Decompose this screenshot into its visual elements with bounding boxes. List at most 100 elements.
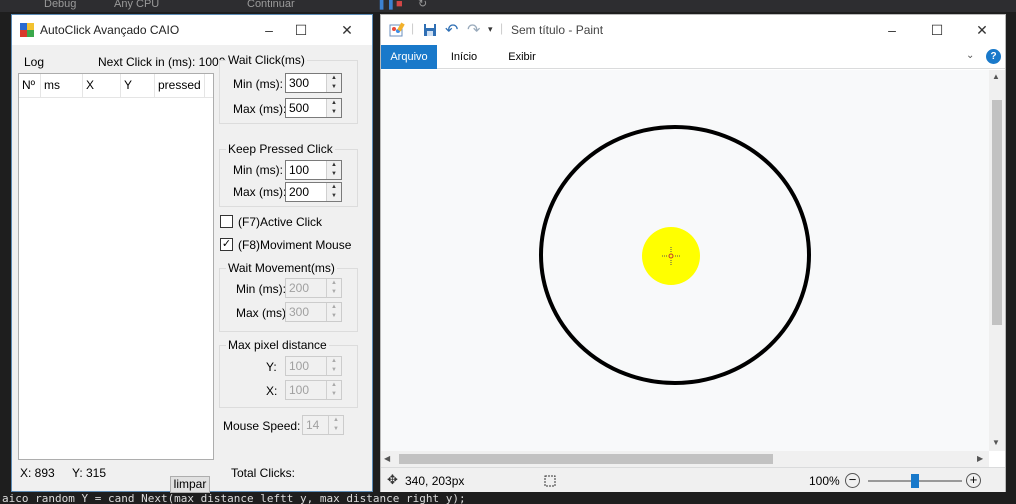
next-click-label: Next Click in (ms): 1000 bbox=[98, 55, 226, 69]
vertical-scroll-thumb[interactable] bbox=[992, 100, 1002, 325]
col-x[interactable]: X bbox=[83, 74, 121, 98]
spin-up-icon[interactable]: ▲ bbox=[327, 161, 341, 170]
spin-up-icon[interactable]: ▲ bbox=[329, 416, 343, 425]
max-pixel-x-label: X: bbox=[266, 384, 278, 398]
spin-up-icon[interactable]: ▲ bbox=[327, 279, 341, 288]
app-icon bbox=[20, 23, 34, 37]
spin-down-icon[interactable]: ▼ bbox=[327, 288, 341, 297]
ribbon-tabs: Arquivo Início Exibir ⌄ ? bbox=[381, 45, 1005, 69]
status-bar: ✥ 340, 203px 100% − + bbox=[381, 467, 1005, 492]
continue-button[interactable]: Continuar bbox=[247, 0, 295, 10]
ribbon-collapse-icon[interactable]: ⌄ bbox=[966, 50, 974, 61]
wait-movement-max-label: Max (ms): bbox=[236, 306, 290, 320]
close-icon[interactable]: ✕ bbox=[332, 15, 362, 45]
tab-exibir[interactable]: Exibir bbox=[499, 45, 545, 69]
spin-down-icon[interactable]: ▼ bbox=[327, 312, 341, 321]
stop-icon[interactable]: ■ bbox=[396, 0, 403, 10]
spin-up-icon[interactable]: ▲ bbox=[327, 183, 341, 192]
spin-up-icon[interactable]: ▲ bbox=[327, 381, 341, 390]
spin-down-icon[interactable]: ▼ bbox=[327, 192, 341, 201]
spin-down-icon[interactable]: ▼ bbox=[327, 366, 341, 375]
zoom-out-icon[interactable]: − bbox=[845, 473, 860, 488]
spin-up-icon[interactable]: ▲ bbox=[327, 74, 341, 83]
paint-maximize-icon[interactable]: ☐ bbox=[922, 15, 952, 45]
help-icon[interactable]: ? bbox=[986, 49, 1001, 64]
selection-size-icon bbox=[544, 475, 556, 487]
pause-icon[interactable]: ❚❚ bbox=[377, 0, 395, 10]
redo-icon[interactable]: ↷ bbox=[467, 20, 480, 40]
keep-pressed-min-label: Min (ms): bbox=[233, 163, 283, 177]
maximize-icon[interactable]: ☐ bbox=[286, 15, 316, 45]
wait-movement-min-spinner[interactable]: 200 ▲ ▼ bbox=[285, 278, 342, 298]
col-ms[interactable]: ms bbox=[41, 74, 83, 98]
col-pressed[interactable]: pressed bbox=[155, 74, 205, 98]
paint-titlebar[interactable]: | ↶ ↷ ▾ | Sem título - Paint – ☐ ✕ bbox=[381, 15, 1005, 45]
wait-movement-max-spinner[interactable]: 300 ▲ ▼ bbox=[285, 302, 342, 322]
wait-click-title: Wait Click(ms) bbox=[226, 53, 307, 67]
keep-pressed-title: Keep Pressed Click bbox=[226, 142, 335, 156]
ide-toolbar: Debug Any CPU Continuar ❚❚ ■ ↻ bbox=[0, 0, 1016, 12]
spin-up-icon[interactable]: ▲ bbox=[327, 99, 341, 108]
vertical-scrollbar[interactable]: ▲ ▼ bbox=[989, 70, 1005, 451]
quick-access-dropdown-icon[interactable]: ▾ bbox=[488, 24, 493, 35]
zoom-level: 100% bbox=[809, 474, 840, 488]
paint-app-icon bbox=[389, 22, 405, 37]
spin-down-icon[interactable]: ▼ bbox=[327, 390, 341, 399]
log-header: Nº ms X Y pressed bbox=[19, 74, 213, 98]
horizontal-scrollbar[interactable]: ◀ ▶ bbox=[381, 451, 989, 467]
mouse-speed-label: Mouse Speed: bbox=[223, 419, 301, 433]
spin-down-icon[interactable]: ▼ bbox=[327, 108, 341, 117]
spin-up-icon[interactable]: ▲ bbox=[327, 303, 341, 312]
paint-minimize-icon[interactable]: – bbox=[877, 15, 907, 45]
mouse-speed-spinner[interactable]: 14 ▲ ▼ bbox=[302, 415, 344, 435]
zoom-slider-thumb[interactable] bbox=[911, 474, 919, 488]
undo-icon[interactable]: ↶ bbox=[445, 20, 458, 40]
keep-pressed-max-label: Max (ms): bbox=[233, 185, 287, 199]
spin-down-icon[interactable]: ▼ bbox=[327, 83, 341, 92]
spin-down-icon[interactable]: ▼ bbox=[329, 425, 343, 434]
drawing-canvas[interactable] bbox=[381, 70, 989, 451]
restart-icon[interactable]: ↻ bbox=[418, 0, 427, 10]
scroll-right-icon[interactable]: ▶ bbox=[977, 454, 983, 463]
minimize-icon[interactable]: – bbox=[254, 15, 284, 45]
moviment-mouse-checkbox[interactable]: ✓ bbox=[220, 238, 233, 251]
canvas-drawing bbox=[539, 125, 811, 385]
col-number[interactable]: Nº bbox=[19, 74, 41, 98]
log-label: Log bbox=[24, 55, 45, 69]
window-title: AutoClick Avançado CAIO bbox=[40, 23, 180, 37]
total-clicks-label: Total Clicks: bbox=[231, 466, 296, 480]
col-y[interactable]: Y bbox=[121, 74, 155, 98]
max-pixel-y-label: Y: bbox=[266, 360, 277, 374]
clear-button[interactable]: limpar bbox=[170, 476, 210, 493]
save-icon[interactable] bbox=[423, 23, 437, 37]
keep-pressed-min-spinner[interactable]: 100 ▲ ▼ bbox=[285, 160, 342, 180]
cursor-highlight-marker bbox=[642, 227, 700, 285]
click-log-list[interactable]: Nº ms X Y pressed bbox=[18, 73, 214, 460]
wait-click-max-spinner[interactable]: 500 ▲ ▼ bbox=[285, 98, 342, 118]
wait-click-min-spinner[interactable]: 300 ▲ ▼ bbox=[285, 73, 342, 93]
tab-arquivo[interactable]: Arquivo bbox=[381, 45, 437, 69]
paint-close-icon[interactable]: ✕ bbox=[967, 15, 997, 45]
paint-title: Sem título - Paint bbox=[511, 23, 604, 37]
scroll-down-icon[interactable]: ▼ bbox=[992, 438, 1000, 447]
config-select[interactable]: Debug bbox=[44, 0, 76, 10]
horizontal-scroll-thumb[interactable] bbox=[399, 454, 773, 464]
spin-down-icon[interactable]: ▼ bbox=[327, 170, 341, 179]
tab-inicio[interactable]: Início bbox=[443, 45, 485, 69]
mouse-y-readout: Y: 315 bbox=[72, 466, 107, 480]
active-click-checkbox[interactable] bbox=[220, 215, 233, 228]
platform-select[interactable]: Any CPU bbox=[114, 0, 159, 10]
code-line: aico random Y = cand Next(max_distance_l… bbox=[0, 494, 1016, 504]
max-pixel-title: Max pixel distance bbox=[226, 338, 329, 352]
spin-up-icon[interactable]: ▲ bbox=[327, 357, 341, 366]
scroll-left-icon[interactable]: ◀ bbox=[384, 454, 390, 463]
moviment-mouse-label[interactable]: (F8)Moviment Mouse bbox=[238, 238, 351, 252]
max-pixel-x-spinner[interactable]: 100 ▲ ▼ bbox=[285, 380, 342, 400]
max-pixel-y-spinner[interactable]: 100 ▲ ▼ bbox=[285, 356, 342, 376]
active-click-label[interactable]: (F7)Active Click bbox=[238, 215, 322, 229]
zoom-in-icon[interactable]: + bbox=[966, 473, 981, 488]
paint-window: | ↶ ↷ ▾ | Sem título - Paint – ☐ ✕ Arqui… bbox=[380, 14, 1006, 492]
autoclick-titlebar[interactable]: AutoClick Avançado CAIO – ☐ ✕ bbox=[12, 15, 372, 45]
keep-pressed-max-spinner[interactable]: 200 ▲ ▼ bbox=[285, 182, 342, 202]
scroll-up-icon[interactable]: ▲ bbox=[992, 72, 1000, 81]
